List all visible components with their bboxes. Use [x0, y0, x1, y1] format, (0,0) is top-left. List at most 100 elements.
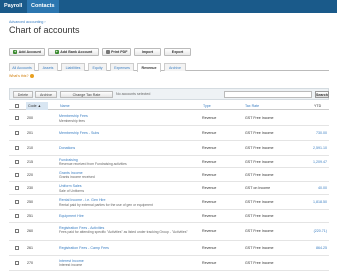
plus-icon: + — [13, 50, 18, 54]
tab-assets[interactable]: Assets — [38, 63, 58, 71]
account-type: Revenue — [202, 146, 217, 150]
row-checkbox[interactable] — [15, 229, 19, 233]
table-row[interactable]: 220 Grants Income Grants income received… — [9, 168, 329, 182]
add-bank-account-label: Add Bank Account — [60, 50, 93, 54]
account-ytd[interactable]: 1,818.50 — [313, 200, 327, 204]
row-checkbox[interactable] — [15, 200, 19, 204]
account-type: Revenue — [202, 214, 217, 218]
table-row[interactable]: 250 Rental Income - i.e. Gen Hire Rental… — [9, 195, 329, 210]
table-row[interactable]: 201 Membership Fees - Subs Revenue GST F… — [9, 126, 329, 141]
account-tax-rate: GST Free Income — [245, 146, 274, 150]
tab-equity[interactable]: Equity — [88, 63, 107, 71]
column-name[interactable]: Name — [60, 104, 70, 108]
tab-liabilities[interactable]: Liabilities — [61, 63, 85, 71]
account-name[interactable]: Uniform Sales — [59, 184, 82, 188]
row-checkbox[interactable] — [15, 159, 19, 164]
account-name[interactable]: Fundraising — [59, 158, 78, 162]
account-name[interactable]: Membership Fees - Subs — [59, 131, 99, 135]
printer-icon — [105, 50, 110, 54]
account-tax-rate: GST Free Income — [245, 229, 274, 233]
tab-all-accounts[interactable]: All Accounts — [9, 63, 35, 71]
column-type[interactable]: Type — [203, 104, 211, 108]
account-ytd[interactable]: 730.00 — [316, 131, 327, 135]
account-type: Revenue — [202, 246, 217, 250]
table-row[interactable]: 251 Equipment Hire Revenue GST Free Inco… — [9, 210, 329, 223]
add-account-button[interactable]: + Add Account — [9, 48, 45, 56]
account-name[interactable]: Registration Fees - Camp Fees — [59, 246, 109, 250]
row-checkbox[interactable] — [15, 261, 19, 265]
account-ytd[interactable]: 1,209.47 — [313, 160, 327, 164]
action-bar: Delete Archive Change Tax Rate No accoun… — [9, 88, 329, 100]
account-tax-rate: GST Free Income — [245, 159, 274, 164]
column-tax-rate[interactable]: Tax Rate — [245, 104, 259, 108]
search-input[interactable] — [224, 91, 312, 98]
account-description: Sale of Uniforms — [59, 188, 85, 193]
change-tax-rate-button[interactable]: Change Tax Rate — [60, 91, 113, 98]
row-checkbox[interactable] — [15, 116, 19, 120]
help-icon — [30, 74, 35, 79]
whats-this-label: What's this? — [9, 74, 29, 78]
account-type: Revenue — [202, 200, 217, 204]
table-row[interactable]: 210 Donations Revenue GST Free Income 2,… — [9, 141, 329, 156]
account-tax-rate: GST Free Income — [245, 261, 274, 265]
account-name[interactable]: Equipment Hire — [59, 214, 84, 218]
whats-this-link[interactable]: What's this? — [9, 74, 35, 79]
account-description: Membership fees — [59, 118, 86, 123]
account-ytd[interactable]: 2,591.10 — [313, 146, 327, 150]
table-row[interactable]: 270 Interest Income Interest income Reve… — [9, 256, 329, 271]
tab-expenses[interactable]: Expenses — [110, 63, 134, 71]
account-name[interactable]: Interest Income — [59, 259, 84, 263]
account-ytd[interactable]: 40.00 — [318, 186, 327, 190]
search-button[interactable]: Search — [315, 91, 329, 98]
export-button[interactable]: Export — [164, 48, 191, 56]
account-tax-rate: GST Free Income — [245, 246, 274, 250]
account-code: 200 — [27, 116, 33, 120]
account-name[interactable]: Rental Income - i.e. Gen Hire — [59, 198, 106, 202]
row-checkbox[interactable] — [15, 214, 19, 218]
archive-button[interactable]: Archive — [35, 91, 57, 98]
row-checkbox[interactable] — [15, 186, 19, 190]
account-code: 270 — [27, 261, 33, 265]
print-pdf-button[interactable]: Print PDF — [102, 48, 131, 56]
account-description: Interest income — [59, 263, 83, 267]
row-checkbox[interactable] — [15, 246, 19, 250]
account-name[interactable]: Donations — [59, 146, 75, 150]
account-code: 250 — [27, 200, 33, 204]
account-type: Revenue — [202, 131, 217, 135]
plus-icon: + — [54, 50, 59, 54]
row-checkbox[interactable] — [15, 146, 19, 150]
import-button[interactable]: Import — [134, 48, 161, 56]
select-all-checkbox[interactable] — [15, 104, 19, 108]
page-title: Chart of accounts — [9, 25, 80, 35]
account-type: Revenue — [202, 116, 217, 120]
account-type: Revenue — [202, 172, 217, 177]
table-row[interactable]: 215 Fundraising Revenue received from Fu… — [9, 156, 329, 168]
row-checkbox[interactable] — [15, 131, 19, 135]
account-code: 201 — [27, 131, 33, 135]
column-code[interactable]: Code ▲ — [28, 104, 41, 108]
account-ytd[interactable]: (220.71) — [314, 229, 327, 233]
add-bank-account-button[interactable]: + Add Bank Account — [48, 48, 99, 56]
row-checkbox[interactable] — [15, 172, 19, 177]
account-type: Revenue — [202, 261, 217, 265]
table-row[interactable]: 261 Registration Fees - Camp Fees Revenu… — [9, 241, 329, 256]
breadcrumb[interactable]: Advanced accounting › — [9, 20, 46, 24]
account-tax-rate: GST Free Income — [245, 116, 274, 120]
account-description: Revenue received from Fundraising activi… — [59, 162, 127, 166]
tab-revenue[interactable]: Revenue — [137, 63, 161, 72]
account-type: Revenue — [202, 159, 217, 164]
table-row[interactable]: 230 Uniform Sales Sale of Uniforms Reven… — [9, 182, 329, 195]
print-pdf-label: Print PDF — [111, 50, 128, 54]
nav-contacts[interactable]: Contacts — [27, 0, 59, 13]
nav-payroll[interactable]: Payroll — [0, 0, 27, 13]
account-code: 251 — [27, 214, 33, 218]
account-ytd[interactable]: 864.25 — [316, 246, 327, 250]
tab-archive[interactable]: Archive — [164, 63, 186, 71]
account-name[interactable]: Grants Income — [59, 171, 83, 175]
account-tax-rate: GST Free Income — [245, 131, 274, 135]
toolbar: + Add Account + Add Bank Account Print P… — [0, 45, 337, 61]
table-row[interactable]: 200 Membership Fees Membership fees Reve… — [9, 110, 329, 126]
account-name[interactable]: Membership Fees — [59, 114, 88, 118]
delete-button[interactable]: Delete — [13, 91, 33, 98]
table-row[interactable]: 260 Registration Fees - Activities Fees … — [9, 223, 329, 241]
